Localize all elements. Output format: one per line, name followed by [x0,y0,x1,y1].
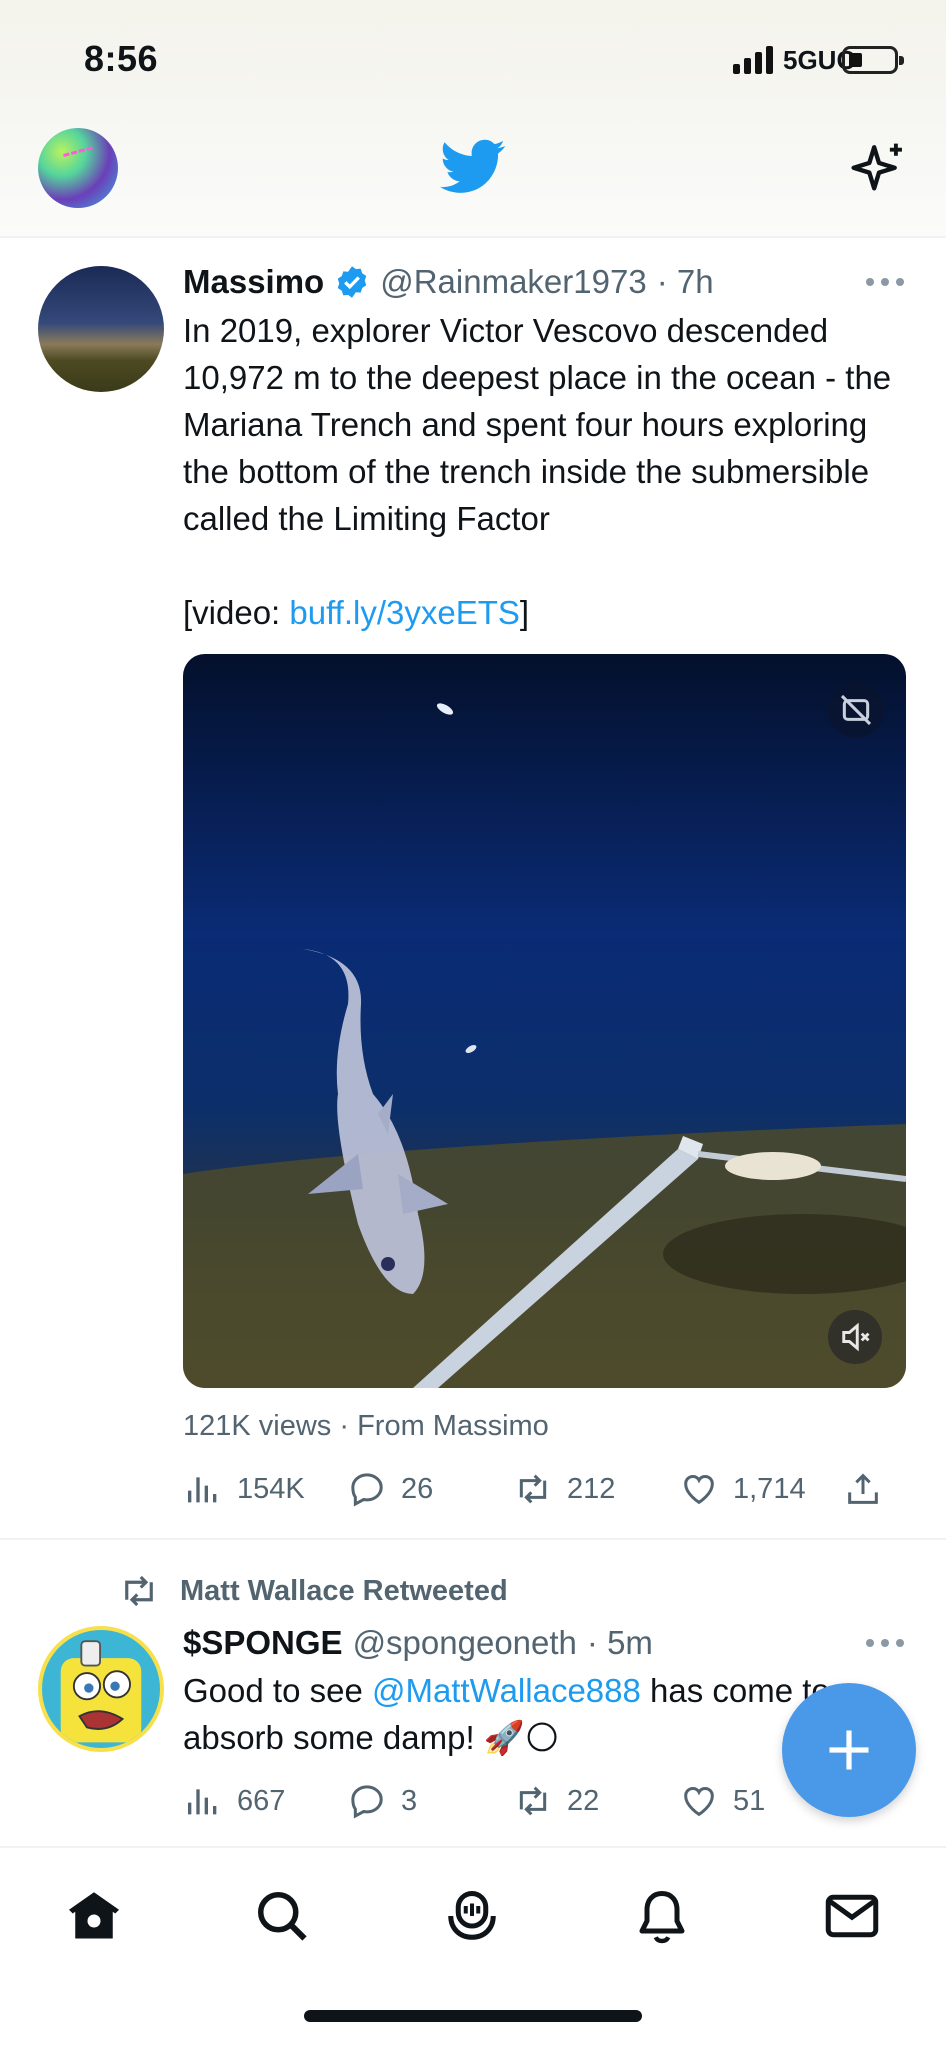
profile-avatar[interactable] [38,128,118,208]
tweet-header: $SPONGE @spongeoneth · 5m [183,1621,653,1665]
nav-notifications[interactable] [632,1886,692,1946]
top-header [0,110,946,238]
tweet-time: · 7h [656,263,714,300]
views-action[interactable]: 154K [183,1466,305,1512]
tweet-card[interactable]: Massimo @Rainmaker1973 · 7h In 2019, exp… [0,240,946,1540]
like-action[interactable]: 51 [679,1778,765,1824]
video-views: 121K views · From Massimo [183,1410,549,1442]
nav-home[interactable] [64,1886,124,1946]
author-handle[interactable]: @Rainmaker1973 [380,263,646,301]
retweeted-by-label: Matt Wallace Retweeted [180,1574,508,1607]
reply-action[interactable]: 26 [347,1466,433,1512]
retweet-action[interactable]: 212 [513,1466,615,1512]
more-options-icon[interactable] [866,278,904,288]
retweet-icon [125,1575,153,1607]
tweet-text: Good to see @MattWallace888 has come to … [183,1672,830,1756]
tweet-text: In 2019, explorer Victor Vescovo descend… [183,312,892,631]
reply-icon [351,1473,383,1507]
nav-messages[interactable] [822,1886,882,1946]
views-action[interactable]: 667 [183,1778,285,1824]
retweet-icon [519,1474,547,1504]
tweet-actions: 667 3 22 51 [183,1778,883,1824]
reply-count: 3 [401,1784,418,1817]
author-name[interactable]: $SPONGE [183,1624,343,1662]
tweet-header: Massimo @Rainmaker1973 · 7h [183,260,714,304]
share-icon [848,1473,878,1504]
views-count: 667 [237,1784,286,1817]
like-count: 1,714 [733,1472,806,1505]
plus-icon [829,1730,869,1770]
retweet-count: 22 [567,1784,600,1817]
tweet-actions: 154K 26 212 1,714 [183,1466,883,1512]
like-action[interactable]: 1,714 [679,1466,806,1512]
tweet-time: · 5m [586,1624,653,1661]
more-options-icon[interactable] [866,1639,904,1649]
spaces-icon [448,1891,496,1940]
captions-button[interactable] [828,682,884,738]
sparkle-icon[interactable] [850,140,908,198]
retweeted-by[interactable]: Matt Wallace Retweeted [118,1570,508,1612]
reply-count: 26 [401,1472,434,1505]
battery-icon [842,46,904,74]
clock: 8:56 [84,38,159,79]
author-handle[interactable]: @spongeoneth [353,1624,577,1662]
emoji-text: 🚀🌕 [483,1719,560,1756]
verified-badge-icon [337,266,367,298]
analytics-icon [188,1477,217,1503]
author-avatar[interactable] [38,266,164,392]
retweet-icon [519,1786,547,1816]
twitter-bird-icon[interactable] [440,138,506,196]
signal-icon [733,44,773,74]
speaker-muted-icon [842,1322,870,1352]
author-avatar[interactable] [38,1626,164,1752]
video-link[interactable]: buff.ly/3yxeETS [289,594,520,631]
video-frame [183,703,906,1388]
heart-icon [684,1474,714,1505]
retweet-count: 212 [567,1472,616,1505]
home-icon [69,1892,119,1939]
author-name[interactable]: Massimo [183,263,324,301]
captions-icon [840,694,872,726]
bottom-nav [0,1846,946,2048]
retweet-action[interactable]: 22 [513,1778,599,1824]
compose-tweet-button[interactable] [782,1683,916,1817]
status-bar: 8:56 5GUC [0,0,946,110]
messages-icon [825,1894,879,1938]
views-count: 154K [237,1472,305,1505]
notifications-icon [639,1891,685,1944]
heart-icon [684,1786,714,1817]
search-icon [258,1892,307,1941]
analytics-icon [188,1789,217,1815]
nav-search[interactable] [252,1886,312,1946]
reply-icon [351,1785,383,1819]
video-player[interactable] [183,654,906,1388]
share-action[interactable] [843,1466,883,1512]
like-count: 51 [733,1784,766,1817]
mute-button[interactable] [828,1310,882,1364]
mention-link[interactable]: @MattWallace888 [372,1672,641,1709]
nav-spaces[interactable] [442,1886,502,1946]
sponge-avatar-art [60,1640,142,1743]
reply-action[interactable]: 3 [347,1778,417,1824]
home-indicator [304,2010,642,2022]
